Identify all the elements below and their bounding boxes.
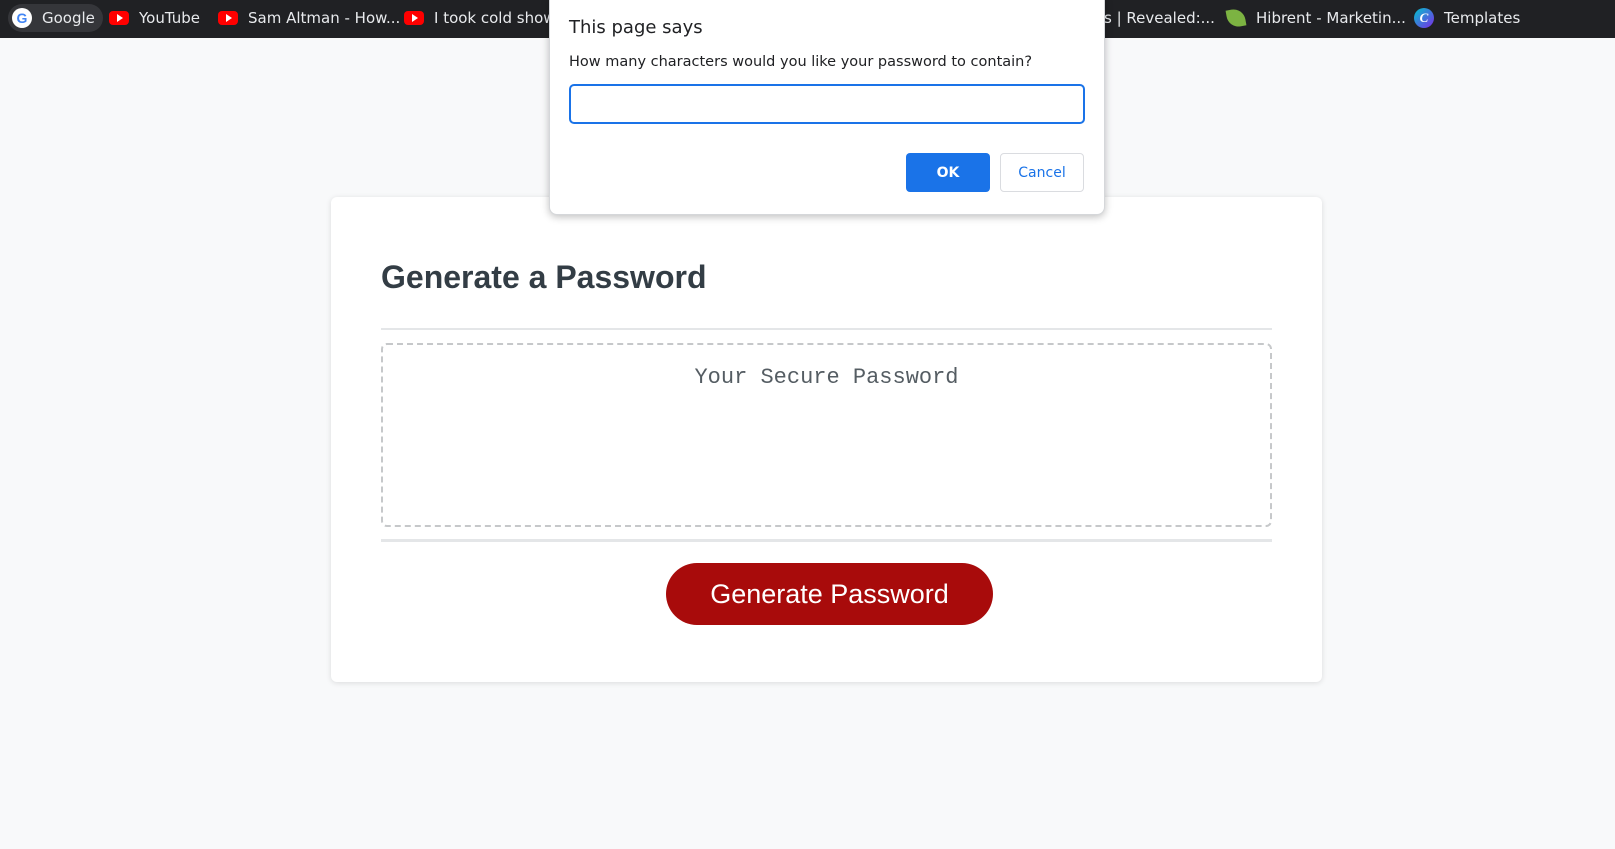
bookmark-hibrent[interactable]: Hibrent - Marketin... [1222, 4, 1414, 32]
password-generator-card: Generate a Password Your Secure Password… [331, 197, 1322, 682]
bookmark-youtube[interactable]: YouTube [105, 4, 208, 32]
youtube-icon [404, 8, 424, 28]
bookmark-templates[interactable]: C Templates [1410, 4, 1528, 32]
leaf-icon [1225, 7, 1247, 29]
dialog-input[interactable] [569, 84, 1085, 124]
dialog-title: This page says [569, 17, 703, 38]
ok-button[interactable]: OK [906, 153, 990, 192]
divider [381, 539, 1272, 542]
divider [381, 328, 1272, 330]
cancel-button[interactable]: Cancel [1000, 153, 1084, 192]
youtube-icon [109, 8, 129, 28]
canva-icon: C [1414, 8, 1434, 28]
card-title: Generate a Password [381, 259, 707, 295]
google-icon: G [12, 8, 32, 28]
bookmark-sam-altman[interactable]: Sam Altman - How... [214, 4, 408, 32]
bookmark-label: YouTube [139, 9, 200, 27]
password-output[interactable]: Your Secure Password [381, 343, 1272, 527]
bookmark-label: Google [42, 9, 95, 27]
generate-password-button[interactable]: Generate Password [666, 563, 993, 625]
dialog-message: How many characters would you like your … [569, 54, 1033, 70]
bookmark-label: s | Revealed:... [1104, 9, 1215, 27]
prompt-dialog: This page says How many characters would… [549, 0, 1105, 215]
bookmark-label: Hibrent - Marketin... [1256, 9, 1406, 27]
bookmark-label: Templates [1444, 9, 1521, 27]
youtube-icon [218, 8, 238, 28]
bookmark-google[interactable]: G Google [8, 4, 103, 32]
bookmark-revealed[interactable]: s | Revealed:... [1100, 4, 1223, 32]
bookmark-label: Sam Altman - How... [248, 9, 401, 27]
